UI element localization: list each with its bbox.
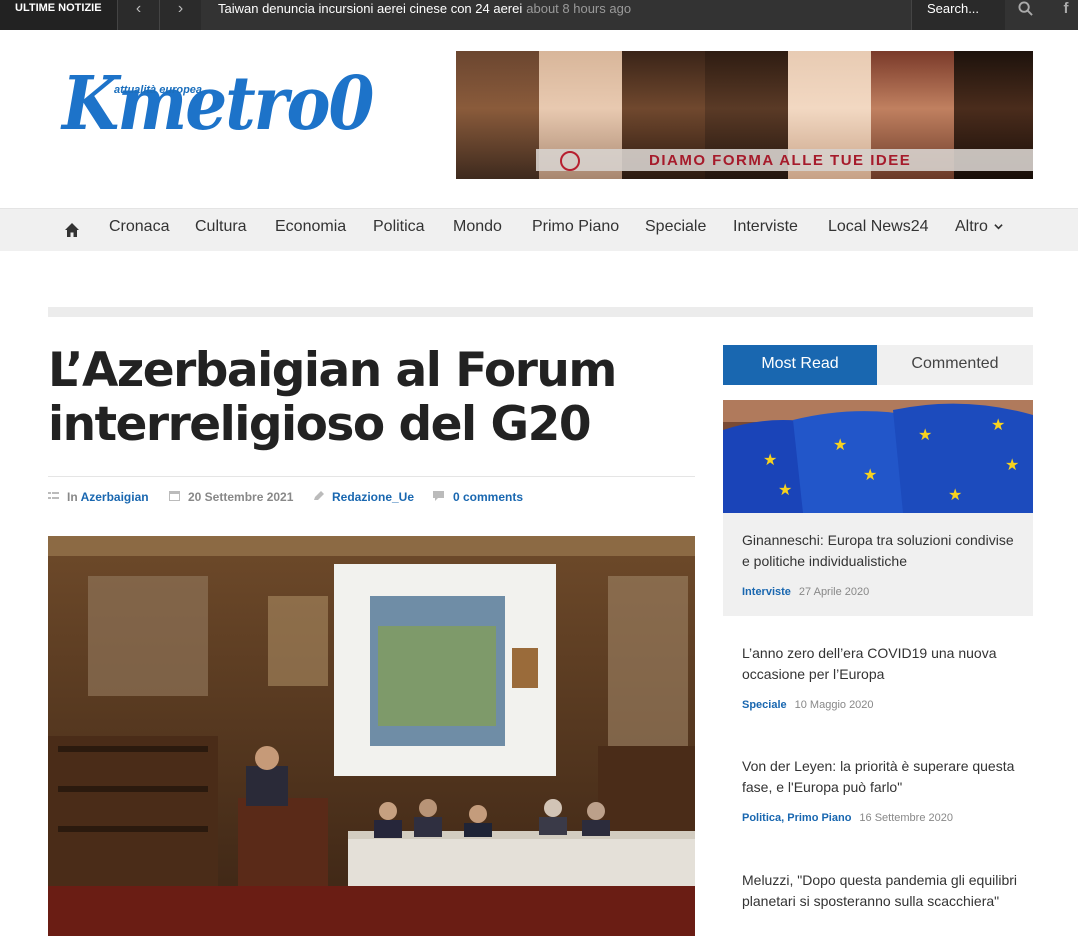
ticker-next-button[interactable]: ›	[159, 0, 201, 30]
meta-divider	[48, 476, 695, 477]
search-input[interactable]: Search...	[911, 0, 1005, 30]
sidebar-article-date: 27 Aprile 2020	[798, 586, 870, 598]
sidebar-article-category[interactable]: Interviste	[742, 586, 791, 598]
nav-item-primo-piano[interactable]: Primo Piano	[532, 218, 619, 236]
svg-text:★: ★	[763, 450, 777, 469]
category-prefix: In	[67, 490, 78, 504]
sidebar-article-category[interactable]: Politica, Primo Piano	[742, 812, 851, 824]
sidebar-article-date: 16 Settembre 2020	[859, 812, 953, 824]
pencil-icon	[314, 491, 324, 500]
search-icon	[1017, 1, 1033, 16]
eu-flags-illustration: ★ ★ ★ ★ ★ ★ ★ ★	[723, 400, 1033, 513]
sidebar-article-meta: Politica, Primo Piano 16 Settembre 2020	[742, 812, 953, 824]
banner-slogan: DIAMO FORMA ALLE TUE IDEE	[649, 152, 912, 169]
svg-text:★: ★	[833, 435, 847, 454]
author-link[interactable]: Redazione_Ue	[332, 490, 414, 504]
search-button[interactable]	[1007, 0, 1043, 30]
comments-link[interactable]: 0 comments	[453, 490, 523, 504]
nav-item-cronaca[interactable]: Cronaca	[109, 218, 169, 236]
section-divider	[48, 307, 1033, 317]
article-comments[interactable]: 0 comments	[453, 490, 523, 504]
banner-face-image	[456, 51, 539, 179]
facebook-icon: f	[1063, 0, 1069, 17]
nav-item-speciale[interactable]: Speciale	[645, 218, 706, 236]
nav-item-altro[interactable]: Altro	[955, 218, 1004, 236]
ticker-headline[interactable]: Taiwan denuncia incursioni aerei cinese …	[218, 1, 522, 16]
folder-icon	[48, 492, 59, 499]
sidebar-article-title[interactable]: Ginanneschi: Europa tra soluzioni condiv…	[742, 530, 1018, 572]
svg-text:★: ★	[778, 480, 792, 499]
svg-text:★: ★	[948, 485, 962, 504]
svg-text:★: ★	[863, 465, 877, 484]
logo-tagline: attualità europea	[114, 84, 203, 96]
breaking-news-label: ULTIME NOTIZIE	[0, 0, 117, 30]
home-icon[interactable]	[64, 222, 80, 238]
comment-icon	[433, 491, 444, 501]
ticker-prev-button[interactable]: ‹	[117, 0, 159, 30]
tab-commented[interactable]: Commented	[877, 345, 1033, 385]
top-news-bar: ULTIME NOTIZIE ‹ › Taiwan denuncia incur…	[0, 0, 1078, 30]
article-category: In Azerbaigian	[67, 490, 149, 504]
svg-text:★: ★	[991, 415, 1005, 434]
chevron-right-icon: ›	[177, 0, 184, 17]
svg-text:★: ★	[918, 425, 932, 444]
sidebar-article-title[interactable]: Meluzzi, "Dopo questa pandemia gli equil…	[742, 870, 1018, 912]
advertising-banner[interactable]: DIAMO FORMA ALLE TUE IDEE	[456, 51, 1033, 179]
nav-item-interviste[interactable]: Interviste	[733, 218, 798, 236]
facebook-link[interactable]: f	[1048, 0, 1078, 30]
nav-item-cultura[interactable]: Cultura	[195, 218, 247, 236]
nav-item-mondo[interactable]: Mondo	[453, 218, 502, 236]
article-photo	[48, 536, 695, 936]
chevron-down-icon	[994, 224, 1004, 230]
ticker-time: about 8 hours ago	[526, 1, 632, 16]
calendar-icon	[169, 491, 180, 501]
nav-item-politica[interactable]: Politica	[373, 218, 425, 236]
news-ticker[interactable]: Taiwan denuncia incursioni aerei cinese …	[218, 0, 631, 17]
sidebar-article-title[interactable]: L’anno zero dell’era COVID19 una nuova o…	[742, 643, 1018, 685]
site-logo[interactable]: Kmetro0 attualità europea	[62, 59, 374, 162]
nav-item-economia[interactable]: Economia	[275, 218, 346, 236]
article-author[interactable]: Redazione_Ue	[332, 490, 414, 504]
chevron-left-icon: ‹	[135, 0, 142, 17]
nav-item-local-news24[interactable]: Local News24	[828, 218, 929, 236]
logo-wordmark: Kmetro0	[62, 59, 374, 147]
mcc-logo-icon	[560, 151, 580, 171]
main-navigation: Cronaca Cultura Economia Politica Mondo …	[0, 208, 1078, 251]
article-date: 20 Settembre 2021	[188, 490, 294, 504]
sidebar-article-date: 10 Maggio 2020	[794, 699, 874, 711]
tab-most-read[interactable]: Most Read	[723, 345, 877, 385]
featured-article-image[interactable]: ★ ★ ★ ★ ★ ★ ★ ★	[723, 400, 1033, 513]
sidebar-article-title[interactable]: Von der Leyen: la priorità è superare qu…	[742, 756, 1018, 798]
sidebar-article-meta: Speciale 10 Maggio 2020	[742, 699, 874, 711]
svg-text:★: ★	[1005, 455, 1019, 474]
article-title: L’Azerbaigian al Forum interreligioso de…	[48, 343, 617, 452]
sidebar-article-category[interactable]: Speciale	[742, 699, 787, 711]
nav-item-altro-label: Altro	[955, 218, 988, 235]
category-link[interactable]: Azerbaigian	[81, 490, 149, 504]
conference-hall-illustration	[48, 536, 695, 936]
sidebar-article-meta: Interviste 27 Aprile 2020	[742, 586, 869, 598]
